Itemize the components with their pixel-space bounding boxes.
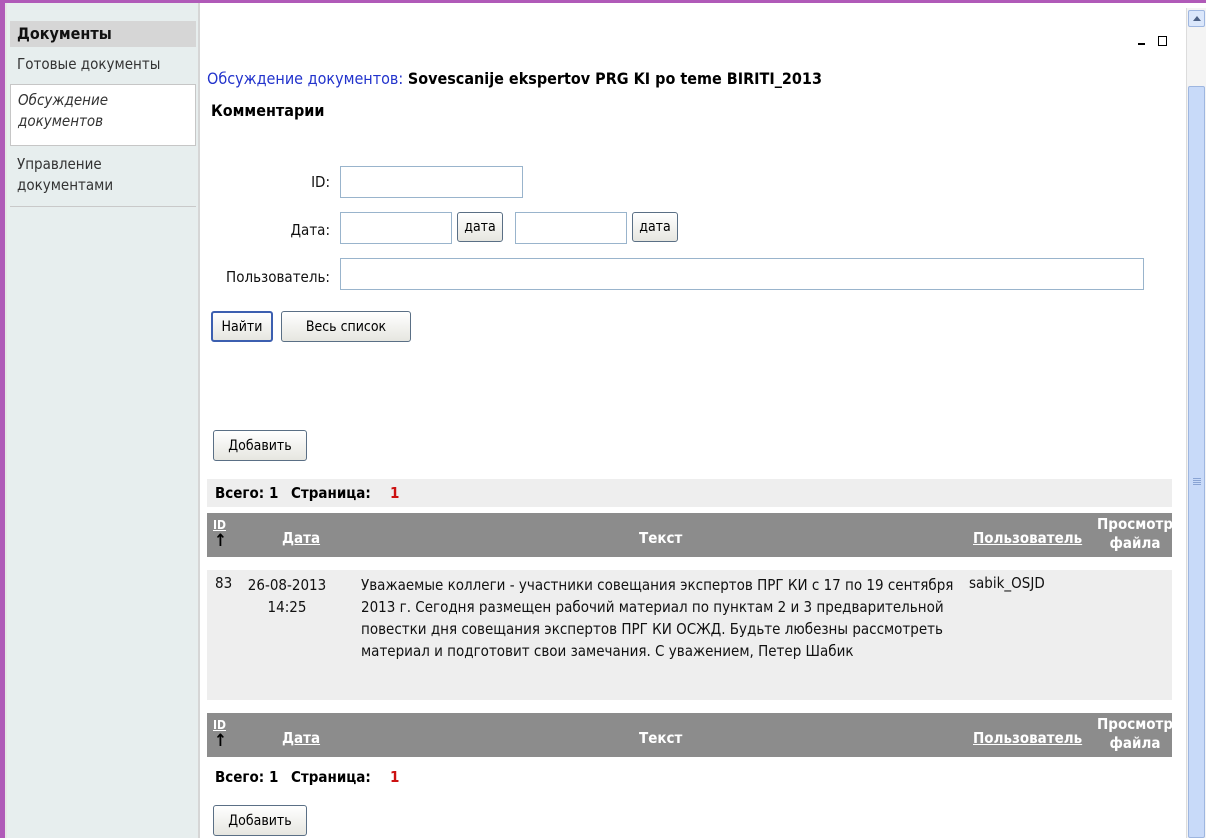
date-to-picker-button[interactable]: дата [632, 212, 678, 242]
row-text: Уважаемые коллеги - участники совещания … [361, 576, 954, 660]
date-to-input[interactable] [515, 212, 627, 244]
row-user: sabik_OSJD [969, 574, 1045, 592]
date-from-input[interactable] [340, 212, 452, 244]
user-label: Пользователь: [226, 268, 330, 286]
table-header-bottom: ID ↑ Дата Текст Пользователь Просмотр фай… [207, 713, 1175, 757]
sort-arrow-up-icon: ↑ [214, 731, 227, 751]
sidebar-item-ready-documents[interactable]: Готовые документы [10, 54, 196, 75]
row-id: 83 [215, 574, 233, 592]
id-input[interactable] [340, 166, 523, 198]
column-text-header: Текст [639, 529, 683, 547]
total-label: Всего: [215, 768, 265, 786]
column-user-sort-link[interactable]: Пользователь [973, 729, 1082, 747]
minimize-icon[interactable] [1138, 43, 1145, 45]
column-id-sort-link[interactable]: ID [213, 519, 226, 531]
scroll-up-arrow-icon[interactable] [1188, 10, 1205, 27]
show-all-button[interactable]: Весь список [281, 311, 411, 342]
column-text-header: Текст [639, 729, 683, 747]
page-number[interactable]: 1 [390, 479, 399, 507]
date-from-picker-button[interactable]: дата [457, 212, 503, 242]
id-label: ID: [311, 173, 330, 191]
sidebar-item-label: Обсуждение документов [18, 91, 109, 130]
sidebar-divider [10, 206, 196, 207]
add-button-bottom[interactable]: Добавить [213, 805, 307, 836]
scrollbar-grip-icon [1193, 478, 1201, 485]
breadcrumb-separator: : [398, 69, 404, 88]
row-date-time: 14:25 [267, 598, 307, 616]
column-id-sort-link[interactable]: ID [213, 719, 226, 731]
breadcrumb-document-title: Sovescanije ekspertov PRG KI po teme BIR… [407, 69, 822, 88]
column-user-sort-link[interactable]: Пользователь [973, 529, 1082, 547]
find-button[interactable]: Найти [211, 311, 273, 342]
sidebar: Документы Готовые документы Обсуждение д… [7, 3, 200, 838]
sidebar-item-label: Готовые документы [17, 55, 161, 73]
summary-bar-top: Всего: 1 Страница: 1 [207, 479, 1172, 507]
maximize-icon[interactable] [1158, 36, 1167, 46]
sidebar-item-label: Управление документами [17, 155, 114, 194]
sidebar-item-document-discussion[interactable]: Обсуждение документов [10, 84, 196, 146]
table-row: 83 26-08-2013 14:25 Уважаемые коллеги - у… [207, 570, 1172, 700]
column-file-line1: Просмотр [1096, 515, 1173, 533]
column-file-line1: Просмотр [1096, 715, 1173, 733]
page-label: Страница: [291, 484, 371, 502]
date-label: Дата: [290, 221, 331, 239]
scrollbar-thumb[interactable] [1188, 86, 1205, 838]
table-header-top: ID ↑ Дата Текст Пользователь Просмотр фай… [207, 513, 1175, 557]
breadcrumb-section-link[interactable]: Обсуждение документов [207, 69, 398, 88]
summary-bar-bottom: Всего: 1 Страница: 1 [207, 763, 1172, 791]
column-date-sort-link[interactable]: Дата [282, 529, 320, 547]
page-number[interactable]: 1 [390, 763, 399, 791]
sidebar-header-label: Документы [17, 24, 112, 43]
user-input[interactable] [340, 258, 1144, 290]
sort-arrow-up-icon: ↑ [214, 531, 227, 551]
total-label: Всего: [215, 484, 265, 502]
sidebar-item-document-management[interactable]: Управление документами [10, 154, 196, 196]
breadcrumb: Обсуждение документов: Sovescanije ekspe… [207, 69, 822, 88]
row-date-day: 26-08-2013 [247, 576, 327, 594]
column-file-header: Просмотр файла [1095, 715, 1175, 753]
total-count: 1 [269, 768, 279, 786]
column-file-line2: файла [1109, 534, 1161, 552]
column-date-sort-link[interactable]: Дата [282, 729, 320, 747]
vertical-scrollbar[interactable] [1186, 8, 1206, 838]
total-count: 1 [269, 484, 279, 502]
column-file-header: Просмотр файла [1095, 515, 1175, 553]
add-button-top[interactable]: Добавить [213, 430, 307, 461]
row-date: 26-08-2013 14:25 [237, 574, 337, 618]
sidebar-header: Документы [10, 21, 196, 47]
page-label: Страница: [291, 768, 371, 786]
page-subtitle: Комментарии [211, 101, 325, 120]
column-file-line2: файла [1109, 734, 1161, 752]
